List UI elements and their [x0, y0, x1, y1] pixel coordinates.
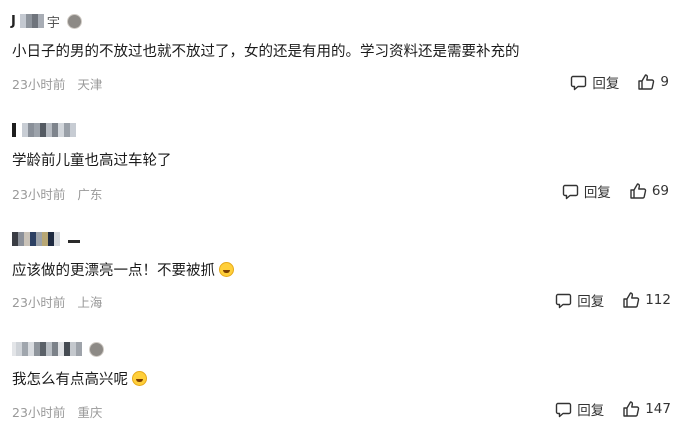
like-button[interactable]: 112 [622, 291, 671, 309]
like-count: 112 [645, 292, 671, 308]
grinning-face-icon [219, 262, 234, 277]
user-badge-icon [89, 341, 104, 357]
thumbs-up-icon [623, 401, 640, 417]
like-button[interactable]: 69 [629, 182, 669, 200]
comment-text: 应该做的更漂亮一点！不要被抓 [12, 261, 234, 281]
comment-bubble-icon [556, 402, 572, 417]
comment-meta: 23小时前 重庆 [12, 402, 102, 421]
comment-bubble-icon [556, 293, 572, 308]
comment-actions: 回复 112 [555, 290, 671, 310]
comment-user[interactable] [12, 340, 104, 358]
comment-user[interactable] [12, 121, 76, 139]
comment-user[interactable]: J 宇 [11, 12, 82, 31]
comment-text-body: 我怎么有点高兴呢 [12, 372, 128, 388]
blurred-username [19, 14, 44, 28]
comment-text: 小日子的男的不放过也就不放过了，女的还是有用的。学习资料还是需要补充的 [12, 44, 520, 60]
comment-time: 23小时前 [12, 77, 66, 92]
comment-text: 我怎么有点高兴呢 [12, 370, 147, 390]
like-button[interactable]: 147 [622, 400, 671, 418]
reply-label: 回复 [577, 403, 605, 419]
comment-meta: 23小时前 上海 [12, 292, 102, 311]
reply-button[interactable]: 回复 [562, 181, 611, 201]
thumbs-up-icon [630, 183, 647, 199]
reply-label: 回复 [577, 294, 605, 310]
comment-text: 学龄前儿童也高过车轮了 [12, 153, 172, 169]
like-count: 147 [645, 401, 671, 417]
comment-time: 23小时前 [12, 295, 66, 310]
comment-actions: 回复 9 [570, 72, 669, 92]
reply-button[interactable]: 回复 [570, 72, 619, 92]
comment-user[interactable] [12, 230, 80, 248]
comment-time: 23小时前 [12, 187, 66, 202]
comment-meta: 23小时前 广东 [12, 184, 102, 203]
reply-label: 回复 [592, 76, 620, 92]
like-count: 9 [660, 74, 669, 90]
username-suffix[interactable]: 宇 [47, 12, 60, 31]
blurred-username [12, 342, 82, 356]
comment-actions: 回复 69 [562, 181, 669, 201]
blurred-username [12, 232, 80, 246]
comment-location: 广东 [77, 187, 103, 202]
like-button[interactable]: 9 [637, 73, 669, 91]
reply-label: 回复 [583, 185, 611, 201]
comment-location: 天津 [77, 77, 103, 92]
thumbs-up-icon [638, 74, 655, 90]
user-badge-icon [66, 13, 82, 29]
comment-bubble-icon [562, 184, 579, 199]
comment-meta: 23小时前 天津 [12, 74, 102, 93]
laughing-face-icon [132, 371, 147, 386]
username[interactable]: J [11, 14, 16, 29]
comment-text-body: 应该做的更漂亮一点！不要被抓 [12, 263, 215, 279]
thumbs-up-icon [623, 292, 640, 308]
like-count: 69 [651, 183, 669, 199]
comment-time: 23小时前 [12, 405, 66, 420]
blurred-username [12, 123, 76, 137]
comment-actions: 回复 147 [555, 399, 671, 419]
reply-button[interactable]: 回复 [555, 399, 604, 419]
reply-button[interactable]: 回复 [555, 290, 604, 310]
comment-location: 重庆 [77, 405, 103, 420]
comment-location: 上海 [77, 295, 103, 310]
comment-bubble-icon [571, 75, 587, 90]
